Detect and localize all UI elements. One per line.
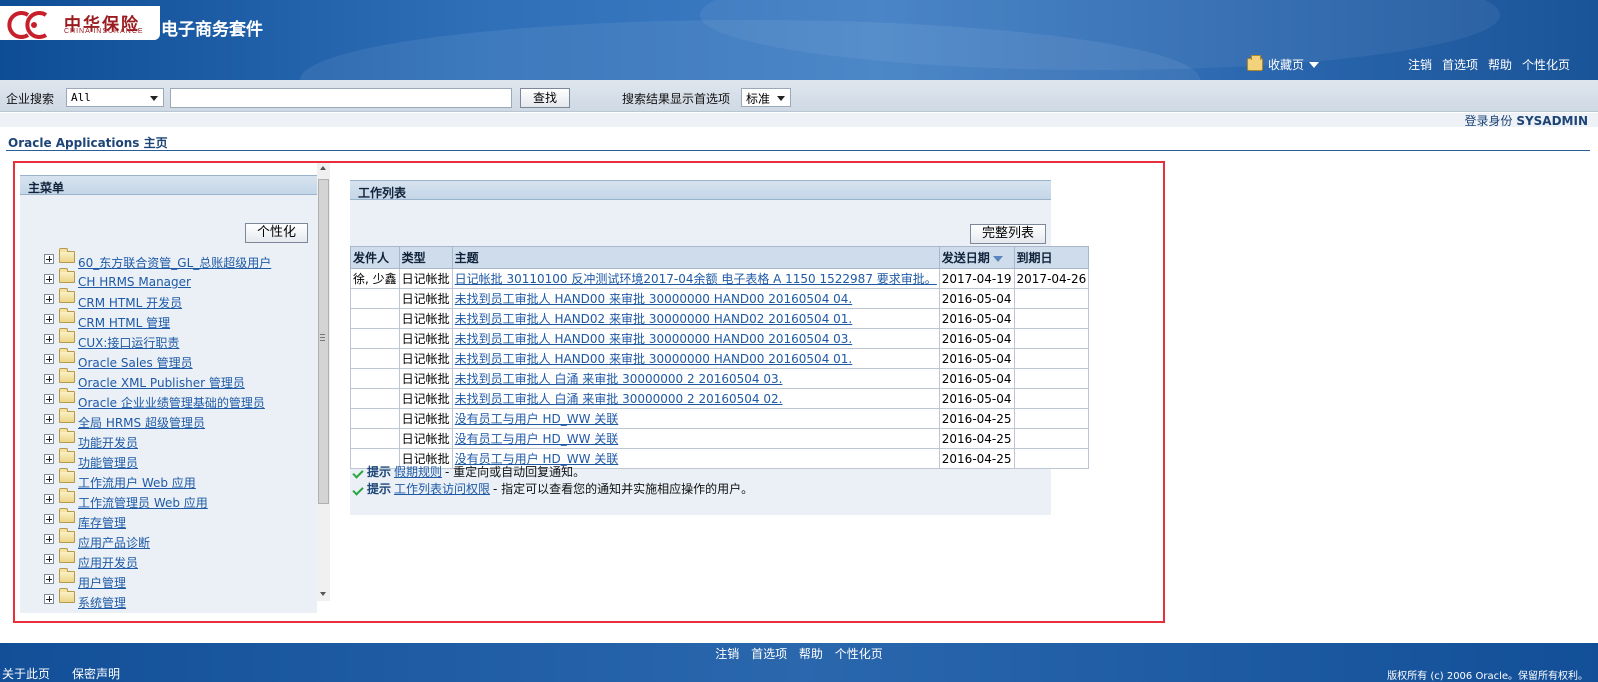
result-pref-label: 搜索结果显示首选项: [622, 92, 731, 106]
footer: 注销 首选项 帮助 个性化页 关于此页 保密声明 版权所有 (c) 2006 O…: [0, 643, 1598, 682]
favorites-folder-icon: [1247, 55, 1263, 71]
highlight-box: [13, 161, 1165, 623]
search-scope-select[interactable]: All: [66, 88, 164, 107]
page-title: Oracle Applications 主页: [8, 136, 168, 150]
privacy-link[interactable]: 保密声明: [72, 665, 120, 682]
dropdown-arrow-icon: [1309, 61, 1320, 68]
chevron-down-icon: [777, 96, 785, 101]
app-title: 电子商务套件: [161, 20, 263, 40]
logout-link[interactable]: 注销: [1408, 56, 1432, 73]
divider: [6, 150, 1590, 151]
login-user: SYSADMIN: [1516, 114, 1588, 128]
login-bar: [0, 113, 1598, 127]
preferences-link[interactable]: 首选项: [1442, 56, 1478, 73]
footer-logout-link[interactable]: 注销: [715, 647, 739, 661]
favorites-menu[interactable]: 收藏页: [1247, 55, 1320, 73]
search-button[interactable]: 查找: [520, 88, 570, 108]
footer-left-links: 关于此页 保密声明: [2, 665, 120, 682]
favorites-label: 收藏页: [1268, 58, 1305, 72]
search-scope-value: All: [71, 91, 91, 104]
logo: 中华保险 CHINA INSURANCE: [0, 6, 160, 40]
result-pref-select[interactable]: 标准: [741, 88, 791, 107]
search-bar: 企业搜索 All 查找 搜索结果显示首选项 标准: [0, 80, 1598, 112]
help-link[interactable]: 帮助: [1488, 56, 1512, 73]
login-label: 登录身份: [1464, 114, 1513, 128]
copyright: 版权所有 (c) 2006 Oracle。保留所有权利。: [1387, 671, 1588, 682]
search-label: 企业搜索: [6, 92, 55, 106]
footer-personalize-link[interactable]: 个性化页: [835, 647, 883, 661]
result-pref-value: 标准: [746, 92, 771, 106]
login-identity: 登录身份 SYSADMIN: [1464, 112, 1588, 129]
footer-links: 注销 首选项 帮助 个性化页: [0, 645, 1598, 662]
header-banner: 中华保险 CHINA INSURANCE 电子商务套件 收藏页 注销 首选项 帮…: [0, 0, 1598, 80]
global-links: 注销 首选项 帮助 个性化页: [1408, 56, 1570, 73]
footer-help-link[interactable]: 帮助: [799, 647, 823, 661]
logo-mark-icon: [7, 11, 48, 39]
footer-preferences-link[interactable]: 首选项: [751, 647, 787, 661]
logo-text-en: CHINA INSURANCE: [64, 28, 144, 35]
chevron-down-icon: [150, 96, 158, 101]
about-page-link[interactable]: 关于此页: [2, 665, 50, 682]
personalize-page-link[interactable]: 个性化页: [1522, 56, 1570, 73]
search-input[interactable]: [170, 88, 512, 108]
